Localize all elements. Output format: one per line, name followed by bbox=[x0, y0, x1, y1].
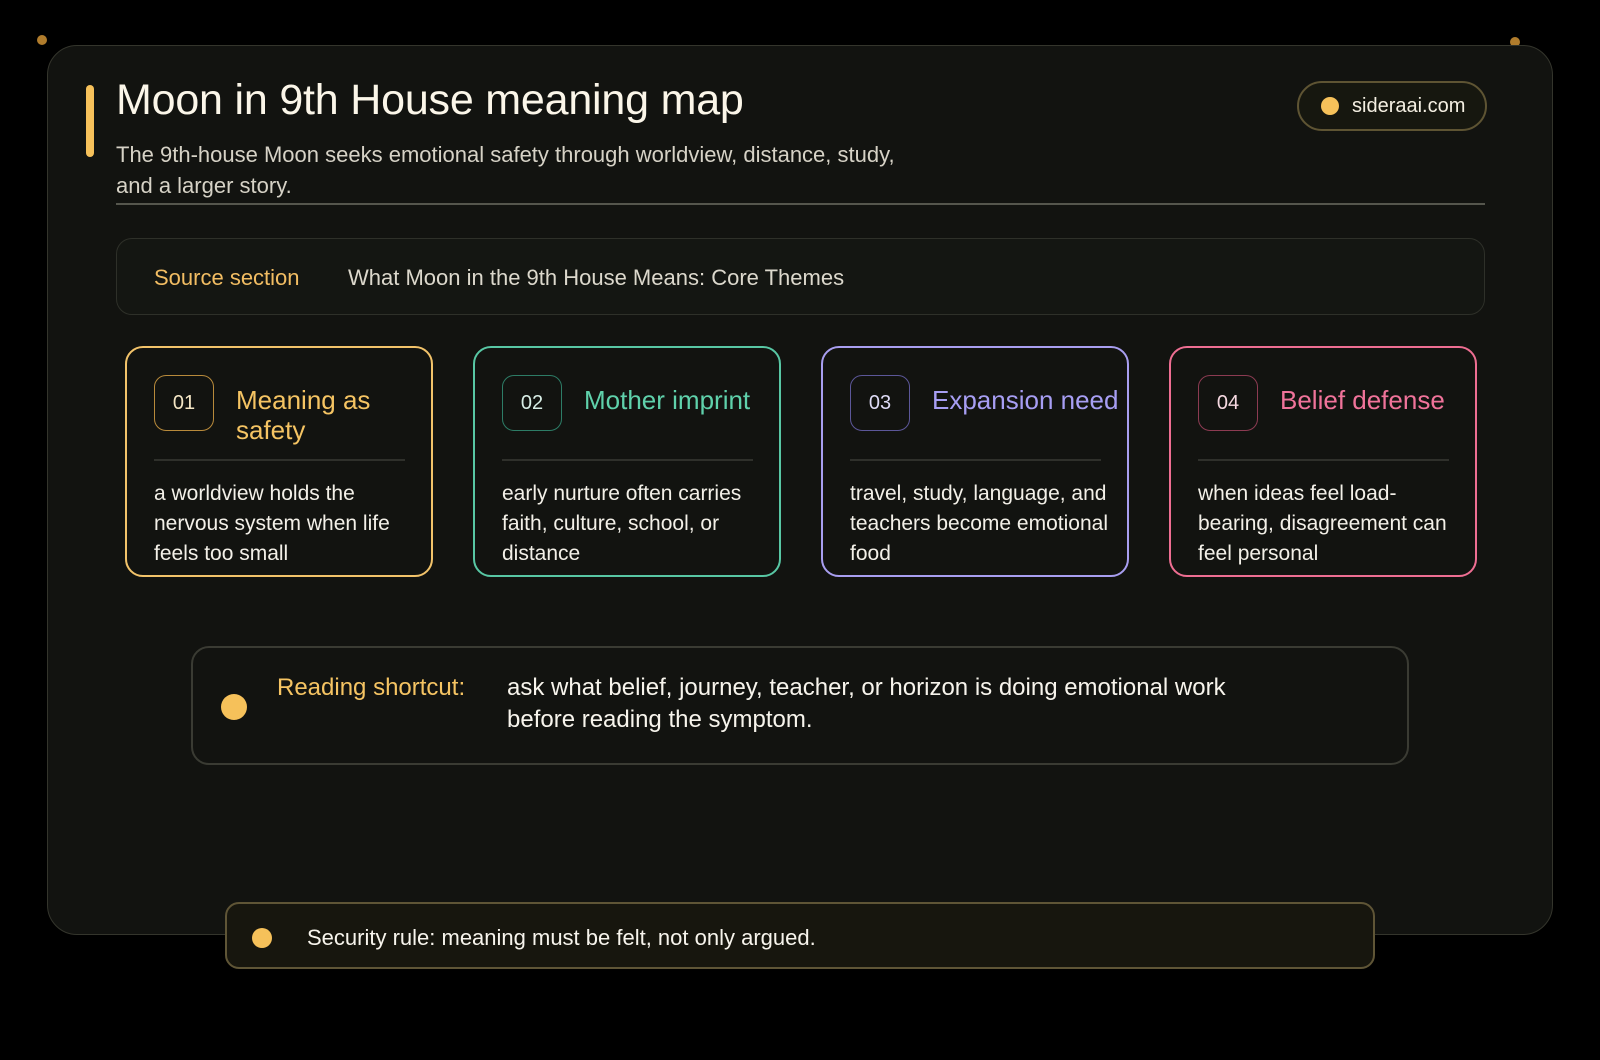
card-divider bbox=[154, 459, 405, 461]
security-rule-text: Security rule: meaning must be felt, not… bbox=[307, 925, 816, 950]
card-description: early nurture often carries faith, cultu… bbox=[502, 482, 742, 565]
corner-dot bbox=[37, 35, 47, 45]
reading-shortcut-label: Reading shortcut: bbox=[277, 674, 466, 701]
source-section-label: Source section bbox=[154, 265, 300, 290]
card-title: Mother imprint bbox=[584, 385, 751, 415]
source-section-box: Source section What Moon in the 9th Hous… bbox=[116, 238, 1485, 315]
site-badge-label: sideraai.com bbox=[1352, 94, 1466, 117]
card-description: travel, study, language, and teachers be… bbox=[850, 482, 1108, 565]
canvas: Moon in 9th House meaning map The 9th-ho… bbox=[0, 0, 1600, 1060]
badge-dot-icon bbox=[1321, 97, 1339, 115]
security-rule-banner: Security rule: meaning must be felt, not… bbox=[225, 902, 1375, 969]
page-subtitle: The 9th-house Moon seeks emotional safet… bbox=[116, 142, 895, 198]
rule-dot-icon bbox=[252, 928, 272, 948]
theme-card-meaning-as-safety: 01 Meaning as safety a worldview holds t… bbox=[125, 346, 433, 577]
card-description: when ideas feel load-bearing, disagreeme… bbox=[1198, 482, 1447, 565]
card-number: 03 bbox=[850, 375, 910, 431]
site-badge[interactable]: sideraai.com bbox=[1297, 81, 1487, 131]
source-section-value: What Moon in the 9th House Means: Core T… bbox=[348, 265, 845, 290]
theme-card-expansion-need: 03 Expansion need travel, study, languag… bbox=[821, 346, 1129, 577]
header-divider bbox=[116, 203, 1485, 205]
card-title: Belief defense bbox=[1280, 385, 1445, 415]
card-number: 04 bbox=[1198, 375, 1258, 431]
title-accent-bar bbox=[86, 85, 94, 157]
theme-card-belief-defense: 04 Belief defense when ideas feel load-b… bbox=[1169, 346, 1477, 577]
card-divider bbox=[1198, 459, 1449, 461]
theme-card-mother-imprint: 02 Mother imprint early nurture often ca… bbox=[473, 346, 781, 577]
reading-shortcut-text: ask what belief, journey, teacher, or ho… bbox=[507, 674, 1226, 733]
card-divider bbox=[502, 459, 753, 461]
card-title: Expansion need bbox=[932, 385, 1119, 415]
page-title: Moon in 9th House meaning map bbox=[116, 76, 744, 124]
card-description: a worldview holds the nervous system whe… bbox=[154, 482, 390, 565]
reading-shortcut-box: Reading shortcut: ask what belief, journ… bbox=[191, 646, 1409, 765]
card-number: 02 bbox=[502, 375, 562, 431]
card-divider bbox=[850, 459, 1101, 461]
shortcut-dot-icon bbox=[221, 694, 247, 720]
card-number: 01 bbox=[154, 375, 214, 431]
card-title: Meaning as safety bbox=[236, 385, 371, 445]
